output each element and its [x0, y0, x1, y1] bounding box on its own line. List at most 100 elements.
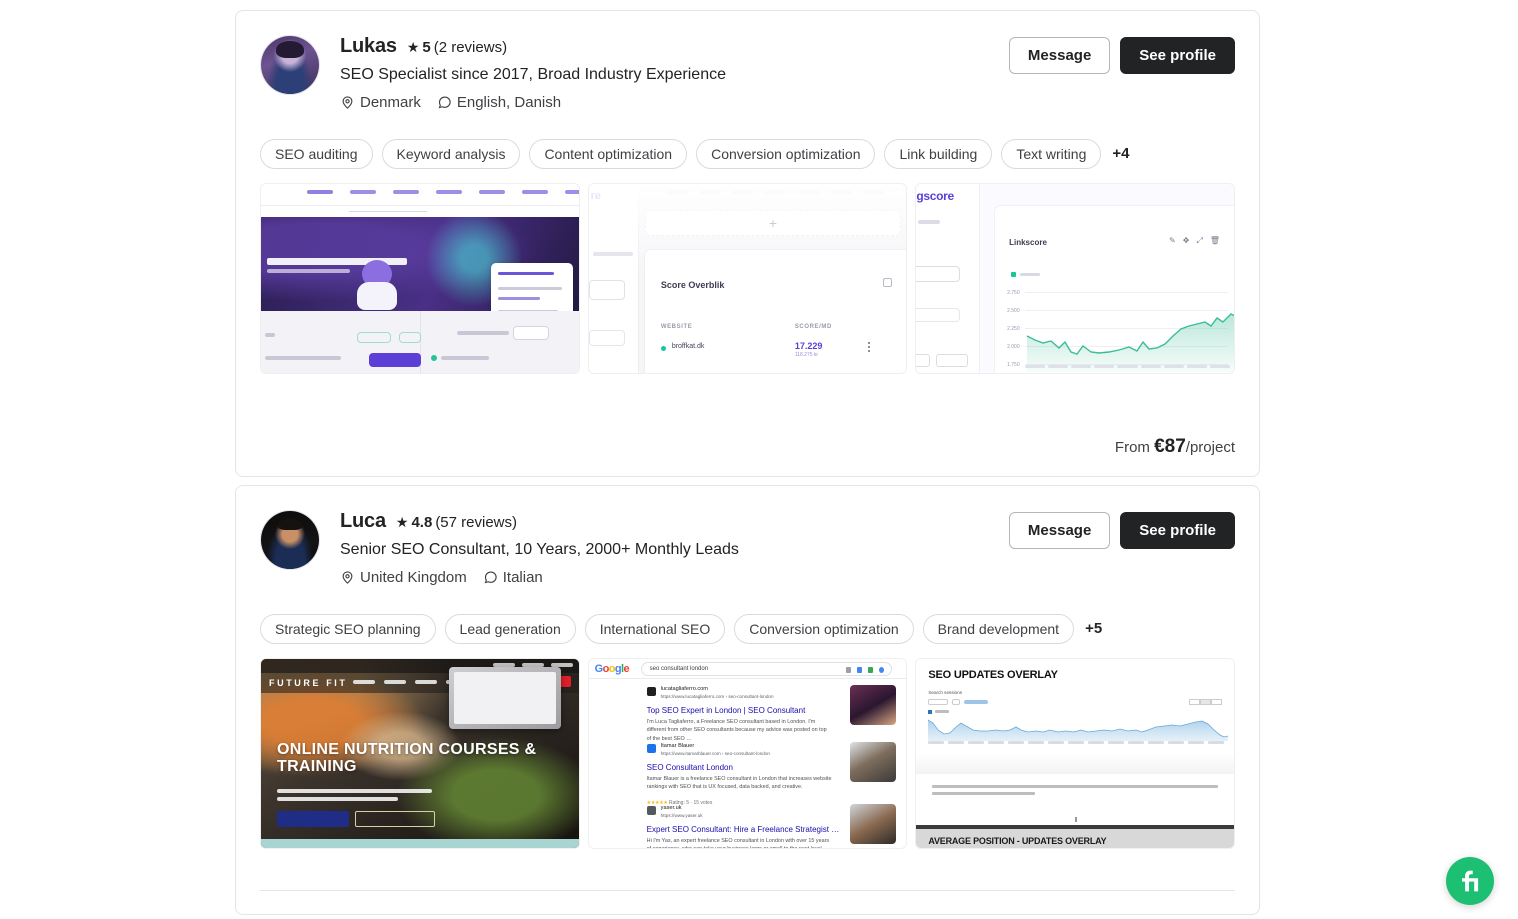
skill-tag[interactable]: Brand development: [922, 613, 1075, 644]
linkscore-logo: gscore: [916, 188, 954, 203]
star-icon: ★: [395, 514, 409, 530]
result-title[interactable]: Expert SEO Consultant: Hire a Freelance …: [647, 825, 840, 834]
lower-caption: [265, 355, 341, 360]
skill-tag[interactable]: Text writing: [1001, 138, 1102, 169]
portfolio-item-linkscore[interactable]: gscore Linkscore ✎ ✥ ⤢ 🗑 2.750 2.500 2.2…: [915, 182, 1236, 374]
hero-subtext-bar: [267, 269, 350, 274]
future-fit-logo: FUTURE FIT: [269, 677, 348, 688]
dashboard-nav: [307, 189, 579, 194]
score-main: Score Overblik WEBSITE SCORE/MD broffkat…: [639, 183, 907, 373]
section-fade: [916, 753, 1235, 774]
overlay-heading: SEO UPDATES OVERLAY: [928, 668, 1058, 681]
footer-heading: AVERAGE POSITION - UPDATES OVERLAY: [928, 835, 1107, 846]
languages-meta: English, Danish: [437, 94, 561, 111]
skill-tag[interactable]: Lead generation: [444, 613, 576, 644]
result-snippet: I'm Luca Tagliaferro, a Freelance SEO co…: [646, 718, 827, 742]
y-tick: 2.250: [1007, 325, 1020, 332]
skill-tag[interactable]: International SEO: [584, 613, 726, 644]
google-serp-preview: Google seo consultant london lucatagliaf…: [588, 658, 907, 848]
legend-label: [935, 710, 950, 714]
row-site-name: broffkat.dk: [671, 342, 705, 350]
hero-paragraph: [277, 788, 432, 805]
chart-legend: [928, 709, 950, 714]
search-icon: [879, 666, 885, 673]
space-hero-banner: [261, 216, 579, 323]
location-meta: Denmark: [340, 94, 421, 111]
skill-tag[interactable]: Content optimization: [529, 138, 688, 169]
seller-name[interactable]: Luca: [340, 510, 386, 533]
chart-title: Linkscore: [1009, 237, 1047, 247]
linkscore-card: Linkscore ✎ ✥ ⤢ 🗑 2.750 2.500 2.250 2.00…: [995, 205, 1235, 373]
see-profile-button[interactable]: See profile: [1120, 37, 1235, 74]
overlay-subtitle: Search sessions: [928, 689, 963, 695]
compare-control: [952, 698, 961, 705]
search-input[interactable]: seo consultant london: [640, 661, 893, 676]
seo-updates-preview: SEO UPDATES OVERLAY Search sessions AVER…: [916, 658, 1235, 848]
score-logo: re: [590, 189, 601, 202]
result-title[interactable]: SEO Consultant London: [647, 763, 733, 772]
skill-tags: Strategic SEO planning Lead generation I…: [236, 613, 1259, 644]
move-icon: ✥: [1182, 235, 1190, 245]
dashboard-subbar: [261, 205, 579, 217]
result-title[interactable]: Top SEO Expert in London | SEO Consultan…: [647, 706, 806, 715]
result-url: https://www.itamarblauer.com › seo-consu…: [660, 750, 770, 756]
location-text: Denmark: [360, 93, 421, 111]
result-thumbnail: [850, 741, 897, 782]
skill-tag[interactable]: Conversion optimization: [734, 613, 914, 644]
fiverr-logo-icon: [1462, 870, 1479, 892]
chart-x-labels: [928, 740, 1225, 745]
avatar-hair-shape: [276, 40, 304, 59]
lens-icon: [868, 666, 874, 673]
result-site: yaser.uk: [660, 804, 682, 811]
skill-tags-more[interactable]: +5: [1085, 620, 1102, 637]
date-range-control: [928, 698, 949, 705]
sidebar-input: [588, 279, 625, 300]
chart-toolbar: ✎ ✥ ⤢ 🗑: [1169, 236, 1220, 246]
location-pin-icon: [342, 571, 353, 584]
seller-card[interactable]: Lukas ★ 5 (2 reviews) SEO Specialist sin…: [235, 10, 1260, 477]
portfolio-item-google-serp[interactable]: Google seo consultant london lucatagliaf…: [587, 657, 908, 849]
overlay-paragraph: [932, 784, 1219, 799]
toggle-week: [1200, 698, 1212, 705]
fiverr-chat-button[interactable]: [1446, 857, 1494, 905]
skill-tag[interactable]: Conversion optimization: [696, 138, 876, 169]
seller-card[interactable]: Luca ★ 4.8 (57 reviews) Senior SEO Consu…: [235, 485, 1260, 915]
message-button[interactable]: Message: [1008, 37, 1111, 74]
price-prefix: From: [1114, 439, 1150, 456]
row-status-dot: [660, 345, 666, 351]
score-sidebar: re: [588, 183, 640, 373]
dashboard-topbar: [261, 183, 579, 206]
result-site: lucatagliaferro.com: [660, 685, 708, 692]
skill-tag[interactable]: Strategic SEO planning: [260, 613, 436, 644]
skill-tag[interactable]: Keyword analysis: [381, 138, 521, 169]
seller-name[interactable]: Lukas: [340, 35, 397, 58]
portfolio-gallery: re Score Overblik WEBSITE: [236, 182, 1259, 374]
message-button[interactable]: Message: [1008, 512, 1111, 549]
skill-tag[interactable]: Link building: [884, 138, 993, 169]
result-url: https://www.lucatagliaferro.com › seo-co…: [660, 693, 774, 699]
legend-dot: [928, 709, 933, 714]
result-snippet: Itamar Blauer is a freelance SEO consult…: [646, 775, 832, 791]
location-pin-icon: [342, 96, 353, 109]
skill-tags: SEO auditing Keyword analysis Content op…: [236, 138, 1259, 169]
toggle-day: [1189, 698, 1201, 705]
portfolio-item-score-overview[interactable]: re Score Overblik WEBSITE: [587, 182, 908, 374]
portfolio-item-space-dashboard[interactable]: [260, 182, 580, 374]
favicon: [646, 686, 656, 696]
edit-icon: [883, 277, 893, 287]
see-profile-button[interactable]: See profile: [1120, 512, 1235, 549]
chart-legend: [1011, 271, 1041, 277]
sidebar-select: [588, 329, 625, 346]
luca-avatar[interactable]: [260, 510, 320, 570]
skill-tags-more[interactable]: +4: [1112, 145, 1129, 162]
skill-tag[interactable]: SEO auditing: [260, 138, 373, 169]
portfolio-item-seo-updates-overlay[interactable]: SEO UPDATES OVERLAY Search sessions AVER…: [915, 657, 1236, 849]
lukas-avatar[interactable]: [260, 35, 320, 95]
seller-meta: Denmark English, Danish: [340, 94, 1235, 111]
add-widget-button[interactable]: [644, 209, 902, 236]
portfolio-item-future-fit[interactable]: FUTURE FIT ONLINE NUTRITION COURSES & TR…: [260, 657, 580, 849]
competitor-entry: [441, 355, 489, 360]
search-results-page: Lukas ★ 5 (2 reviews) SEO Specialist sin…: [0, 0, 1518, 919]
expand-icon: ⤢: [1196, 235, 1203, 245]
sidebar-button-confirm: [936, 353, 969, 367]
